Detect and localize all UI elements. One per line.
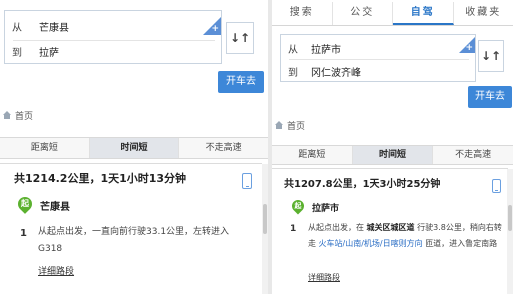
from-label: 从 xyxy=(12,22,22,34)
drive-button[interactable]: 开车去 xyxy=(218,71,264,93)
direction-highlight[interactable]: 火车站/山南/机场/日喀则方向 xyxy=(319,239,423,248)
mode-shortest-distance[interactable]: 距离短 xyxy=(0,138,90,158)
right-route-panel: 搜索 公交 自驾 收藏夹 从 拉萨市 到 冈仁波齐峰 + ↓↑ 开车去 首页 距… xyxy=(272,0,513,294)
step-number: 1 xyxy=(290,224,297,234)
phone-icon[interactable] xyxy=(492,179,501,193)
to-input[interactable]: 冈仁波齐峰 xyxy=(311,64,361,79)
tab-search[interactable]: 搜索 xyxy=(272,2,333,25)
detail-segment-link[interactable]: 详细路段 xyxy=(38,264,74,277)
scroll-thumb[interactable] xyxy=(263,204,267,234)
tab-favorites[interactable]: 收藏夹 xyxy=(454,2,513,25)
route-mode-bar: 距离短 时间短 不走高速 xyxy=(0,137,268,159)
phone-icon[interactable] xyxy=(242,173,252,189)
mode-shortest-time[interactable]: 时间短 xyxy=(352,146,434,164)
route-mode-bar: 距离短 时间短 不走高速 xyxy=(272,145,513,165)
step-number: 1 xyxy=(20,228,27,239)
tab-transit[interactable]: 公交 xyxy=(333,2,393,25)
main-tabs: 搜索 公交 自驾 收藏夹 xyxy=(272,2,513,26)
content-divider xyxy=(0,163,262,164)
route-summary: 共1207.8公里，1天3小时25分钟 xyxy=(284,179,441,190)
from-input[interactable]: 拉萨市 xyxy=(311,41,341,56)
from-row[interactable]: 从 拉萨市 xyxy=(281,36,461,60)
start-location-name: 芒康县 xyxy=(40,202,70,213)
to-row[interactable]: 到 拉萨 xyxy=(5,39,205,63)
content-divider xyxy=(272,168,508,169)
detail-segment-link[interactable]: 详细路段 xyxy=(308,272,340,283)
to-input[interactable]: 拉萨 xyxy=(39,44,59,59)
start-marker-icon: 起 xyxy=(15,194,35,214)
route-input-box: 从 芒康县 到 拉萨 + xyxy=(4,10,222,64)
breadcrumb: 首页 xyxy=(2,108,33,122)
start-location-name: 拉萨市 xyxy=(312,204,340,214)
mode-avoid-highway[interactable]: 不走高速 xyxy=(433,146,513,164)
route-summary: 共1214.2公里，1天1小时13分钟 xyxy=(14,172,187,185)
breadcrumb: 首页 xyxy=(274,118,305,132)
mode-avoid-highway[interactable]: 不走高速 xyxy=(179,138,268,158)
home-link[interactable]: 首页 xyxy=(287,119,305,132)
swap-icon[interactable]: ↓↑ xyxy=(226,22,254,54)
step-description: 从起点出发，一直向前行驶33.1公里，左转进入G318 xyxy=(38,227,230,254)
start-marker-icon: 起 xyxy=(289,197,307,215)
tab-drive[interactable]: 自驾 xyxy=(393,2,454,25)
home-link[interactable]: 首页 xyxy=(15,109,33,122)
to-row[interactable]: 到 冈仁波齐峰 xyxy=(281,59,461,83)
from-label: 从 xyxy=(288,44,298,56)
step-description: 从起点出发，在 城关区城区道 行驶3.8公里，稍向右转走 火车站/山南/机场/日… xyxy=(308,223,502,248)
from-input[interactable]: 芒康县 xyxy=(39,19,69,34)
home-icon xyxy=(275,121,283,129)
scroll-thumb[interactable] xyxy=(508,205,512,231)
drive-button[interactable]: 开车去 xyxy=(468,86,512,108)
road-name: 城关区城区道 xyxy=(366,223,415,232)
to-label: 到 xyxy=(12,47,22,59)
mode-shortest-time[interactable]: 时间短 xyxy=(89,138,180,158)
swap-icon[interactable]: ↓↑ xyxy=(478,40,504,72)
to-label: 到 xyxy=(288,67,298,79)
home-icon xyxy=(3,111,11,119)
left-route-panel: 从 芒康县 到 拉萨 + ↓↑ 开车去 首页 距离短 时间短 不走高速 共121… xyxy=(0,0,268,294)
route-input-box: 从 拉萨市 到 冈仁波齐峰 + xyxy=(280,34,476,82)
add-plus-glyph: + xyxy=(211,24,219,34)
from-row[interactable]: 从 芒康县 xyxy=(5,14,205,38)
scrollbar[interactable] xyxy=(507,169,513,294)
mode-shortest-distance[interactable]: 距离短 xyxy=(272,146,353,164)
add-plus-glyph: + xyxy=(465,43,473,53)
